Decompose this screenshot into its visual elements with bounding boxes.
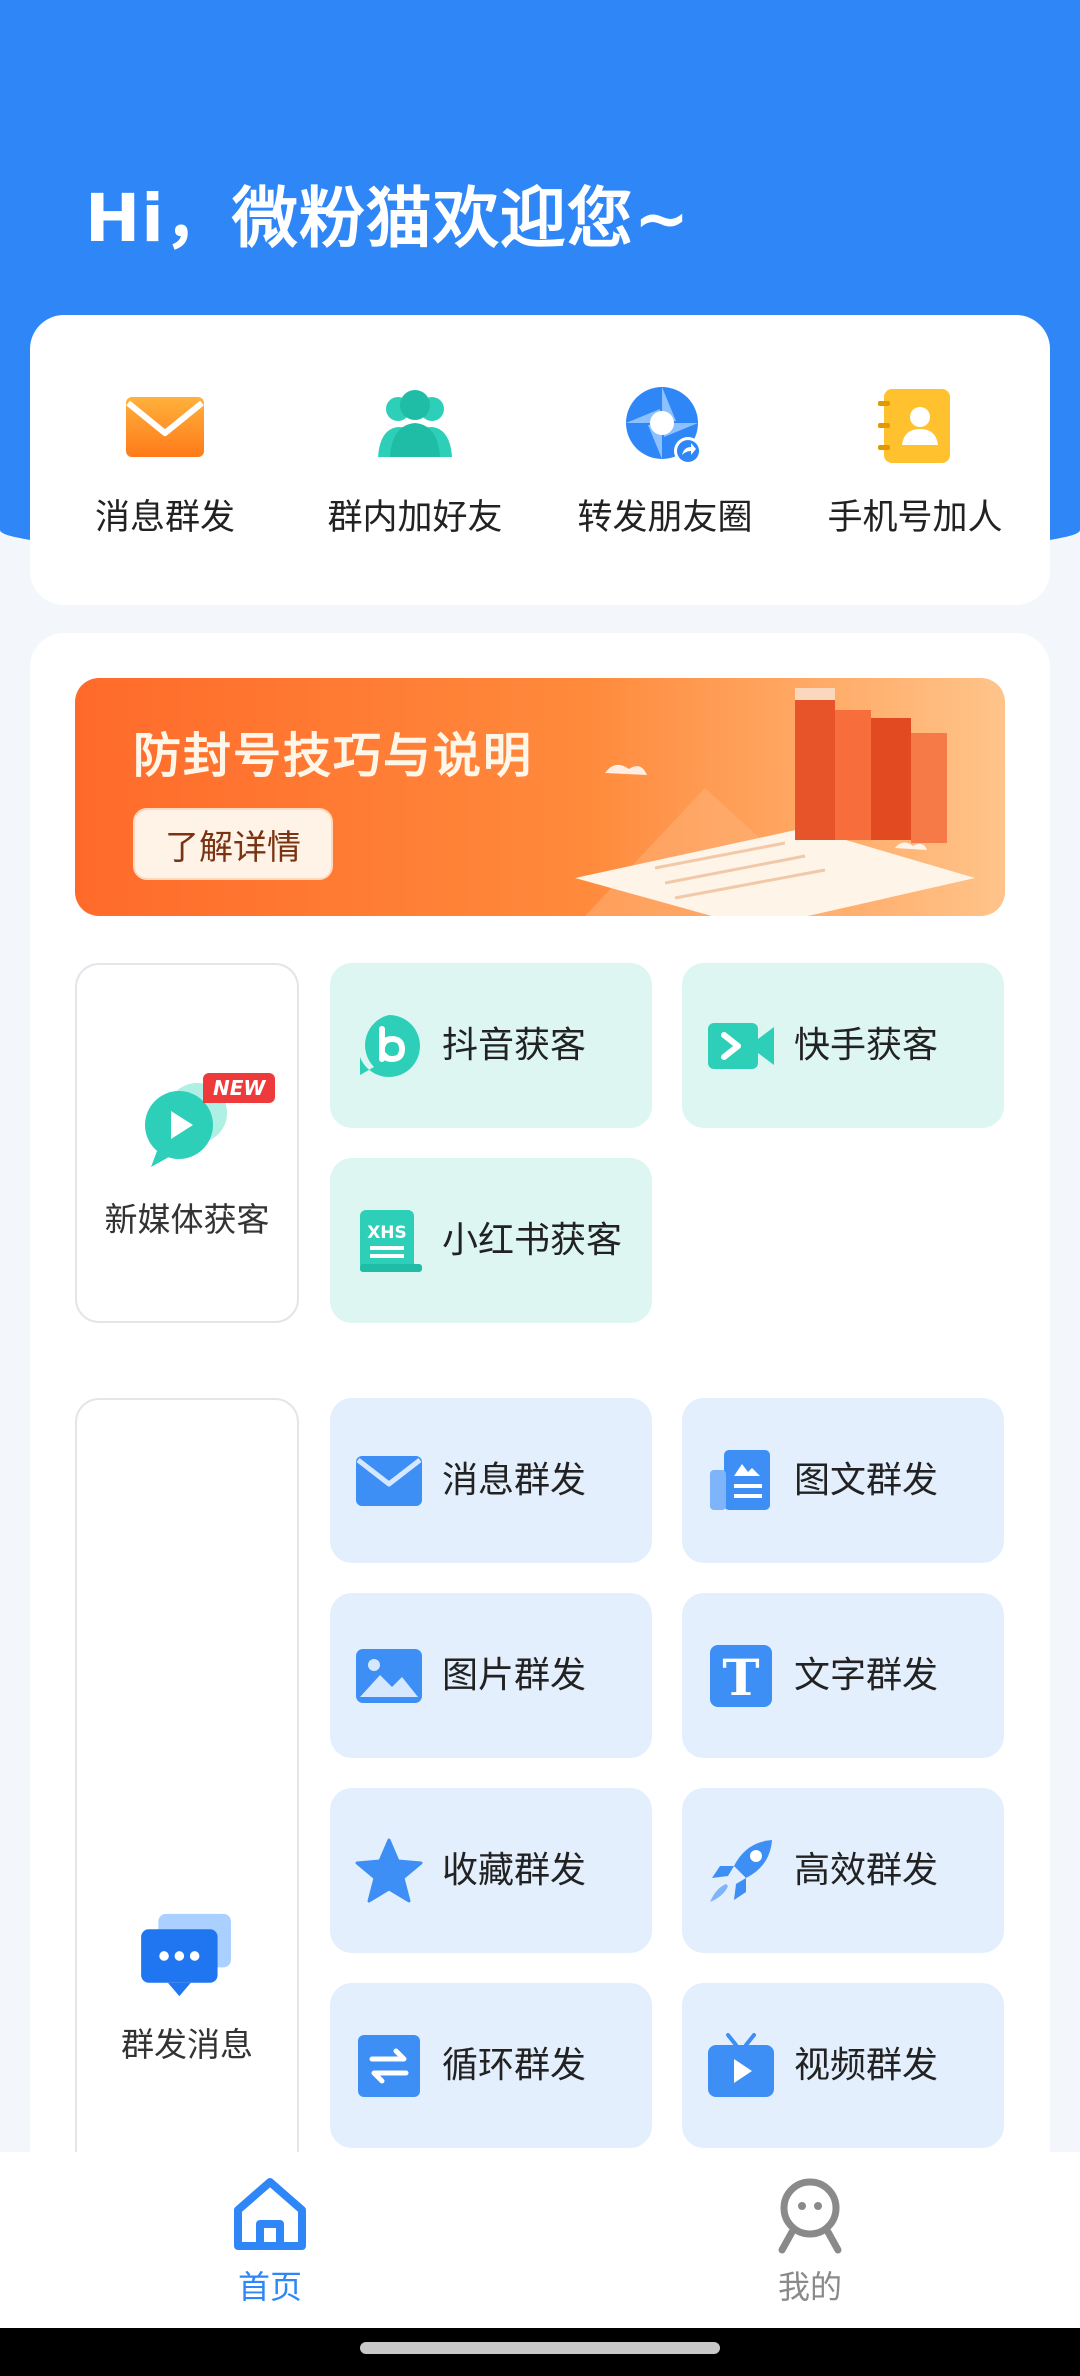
tile-message-broadcast[interactable]: 消息群发 (330, 1398, 652, 1563)
tile-label: 文字群发 (794, 1654, 939, 1696)
envelope-icon (356, 1455, 422, 1506)
new-media-label: 新媒体获客 (104, 1200, 270, 1239)
new-media-category[interactable]: NEW 新媒体获客 (75, 963, 299, 1323)
quick-action-label: 群内加好友 (327, 497, 503, 538)
tile-video-broadcast[interactable]: 视频群发 (682, 1983, 1004, 2148)
tile-image-broadcast[interactable]: 图片群发 (330, 1593, 652, 1758)
svg-text:XHS: XHS (367, 1223, 407, 1243)
quick-action-label: 转发朋友圈 (577, 497, 753, 538)
tile-label: 循环群发 (442, 2044, 587, 2086)
chat-bubble-icon (141, 1913, 231, 1997)
tile-label: 快手获客 (794, 1024, 939, 1066)
shutter-share-icon (626, 386, 702, 465)
kuaishou-icon (708, 1022, 774, 1069)
contact-book-icon (878, 388, 950, 463)
quick-action-phone-add[interactable]: 手机号加人 (795, 381, 1035, 540)
rocket-icon (710, 1839, 772, 1902)
tile-efficient-broadcast[interactable]: 高效群发 (682, 1788, 1004, 1953)
svg-text:T: T (722, 1648, 759, 1707)
tile-image-text-broadcast[interactable]: 图文群发 (682, 1398, 1004, 1563)
envelope-icon (126, 396, 204, 457)
profile-icon (778, 2178, 842, 2254)
tile-label: 图文群发 (794, 1459, 939, 1501)
star-icon (355, 1838, 423, 1902)
quick-action-label: 消息群发 (94, 497, 235, 538)
group-send-label: 群发消息 (121, 2025, 253, 2064)
new-badge: NEW (203, 1073, 276, 1103)
loop-icon (358, 2034, 420, 2097)
home-indicator[interactable] (360, 2342, 720, 2354)
learn-more-button[interactable]: 了解详情 (133, 808, 333, 880)
nav-home-label: 首页 (237, 2268, 302, 2306)
anti-ban-tips-banner[interactable]: 防封号技巧与说明 了解详情 (75, 678, 1005, 916)
tile-favorites-broadcast[interactable]: 收藏群发 (330, 1788, 652, 1953)
group-send-category[interactable]: 群发消息 (75, 1398, 299, 2178)
quick-action-label: 手机号加人 (827, 497, 1003, 538)
xiaohongshu-icon: XHS (360, 1209, 422, 1272)
home-icon (234, 2178, 306, 2250)
tv-play-icon (708, 2032, 774, 2097)
tile-xiaohongshu-leads[interactable]: XHS 小红书获客 (330, 1158, 652, 1323)
tile-douyin-leads[interactable]: 抖音获客 (330, 963, 652, 1128)
nav-profile[interactable]: 我的 (540, 2152, 1080, 2328)
tile-label: 高效群发 (794, 1849, 939, 1891)
quick-action-group-add-friends[interactable]: 群内加好友 (295, 381, 535, 540)
nav-home[interactable]: 首页 (0, 2152, 540, 2328)
nav-profile-label: 我的 (777, 2268, 842, 2306)
banner-title: 防封号技巧与说明 (133, 728, 534, 784)
people-icon (378, 389, 452, 457)
tile-label: 收藏群发 (442, 1849, 587, 1891)
quick-action-share-moments[interactable]: 转发朋友圈 (545, 381, 785, 540)
douyin-icon (360, 1014, 420, 1077)
image-icon (356, 1648, 422, 1703)
tile-label: 视频群发 (794, 2044, 939, 2086)
tile-text-broadcast[interactable]: T 文字群发 (682, 1593, 1004, 1758)
tile-label: 消息群发 (442, 1459, 587, 1501)
tile-loop-broadcast[interactable]: 循环群发 (330, 1983, 652, 2148)
tile-kuaishou-leads[interactable]: 快手获客 (682, 963, 1004, 1128)
bottom-navigation: 首页 我的 (0, 2152, 1080, 2328)
quick-action-message-broadcast[interactable]: 消息群发 (45, 381, 285, 540)
tile-label: 抖音获客 (442, 1024, 587, 1066)
greeting-title: Hi，微粉猫欢迎您~ (85, 180, 691, 257)
books-illustration (575, 688, 975, 916)
newspaper-icon (710, 1449, 770, 1510)
tile-label: 图片群发 (442, 1654, 587, 1696)
quick-actions-card: 消息群发 群内加好友 转发朋友圈 手机号加人 (30, 315, 1050, 605)
text-icon: T (710, 1644, 772, 1707)
tile-label: 小红书获客 (442, 1219, 623, 1261)
